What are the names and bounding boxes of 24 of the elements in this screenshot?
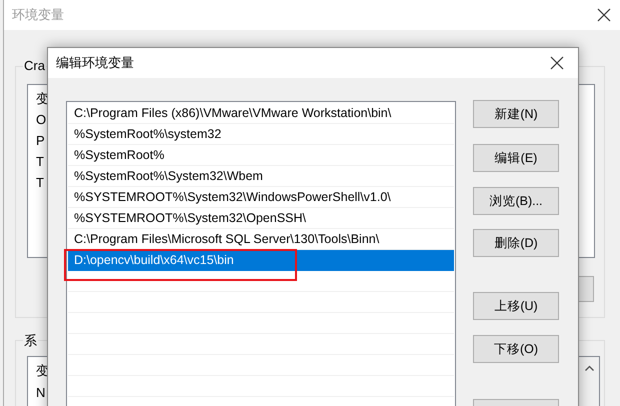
- close-icon[interactable]: [550, 56, 564, 70]
- list-item[interactable]: N: [36, 382, 46, 404]
- dialog-button[interactable]: 新建(N): [473, 100, 559, 128]
- dialog-button[interactable]: 下移(O): [473, 335, 559, 363]
- dialog-button[interactable]: 删除(D): [473, 229, 559, 257]
- path-item[interactable]: %SYSTEMROOT%\System32\OpenSSH\: [68, 208, 454, 229]
- list-item[interactable]: T: [36, 151, 44, 172]
- path-item[interactable]: D:\opencv\build\x64\vc15\bin: [68, 250, 454, 271]
- dialog-button[interactable]: 上移(U): [473, 292, 559, 320]
- list-item[interactable]: O: [36, 109, 46, 130]
- dialog-button[interactable]: 浏览(B)...: [473, 187, 559, 215]
- dialog-title: 编辑环境变量: [56, 54, 134, 72]
- path-item[interactable]: %SystemRoot%\system32: [68, 124, 454, 145]
- list-item[interactable]: P: [36, 130, 45, 151]
- window-title: 环境变量: [12, 6, 64, 24]
- path-item[interactable]: %SystemRoot%: [68, 145, 454, 166]
- path-item[interactable]: %SystemRoot%\System32\Wbem: [68, 166, 454, 187]
- dialog-button[interactable]: 编辑(E): [473, 144, 559, 172]
- path-item[interactable]: C:\Program Files (x86)\VMware\VMware Workstation\bin\: [68, 103, 454, 124]
- list-item[interactable]: T: [36, 172, 44, 193]
- path-item[interactable]: %SYSTEMROOT%\System32\WindowsPowerShell\v1.0\: [68, 187, 454, 208]
- scrollbar[interactable]: [579, 357, 599, 406]
- chevron-up-icon[interactable]: [584, 365, 594, 371]
- close-icon[interactable]: [597, 8, 611, 22]
